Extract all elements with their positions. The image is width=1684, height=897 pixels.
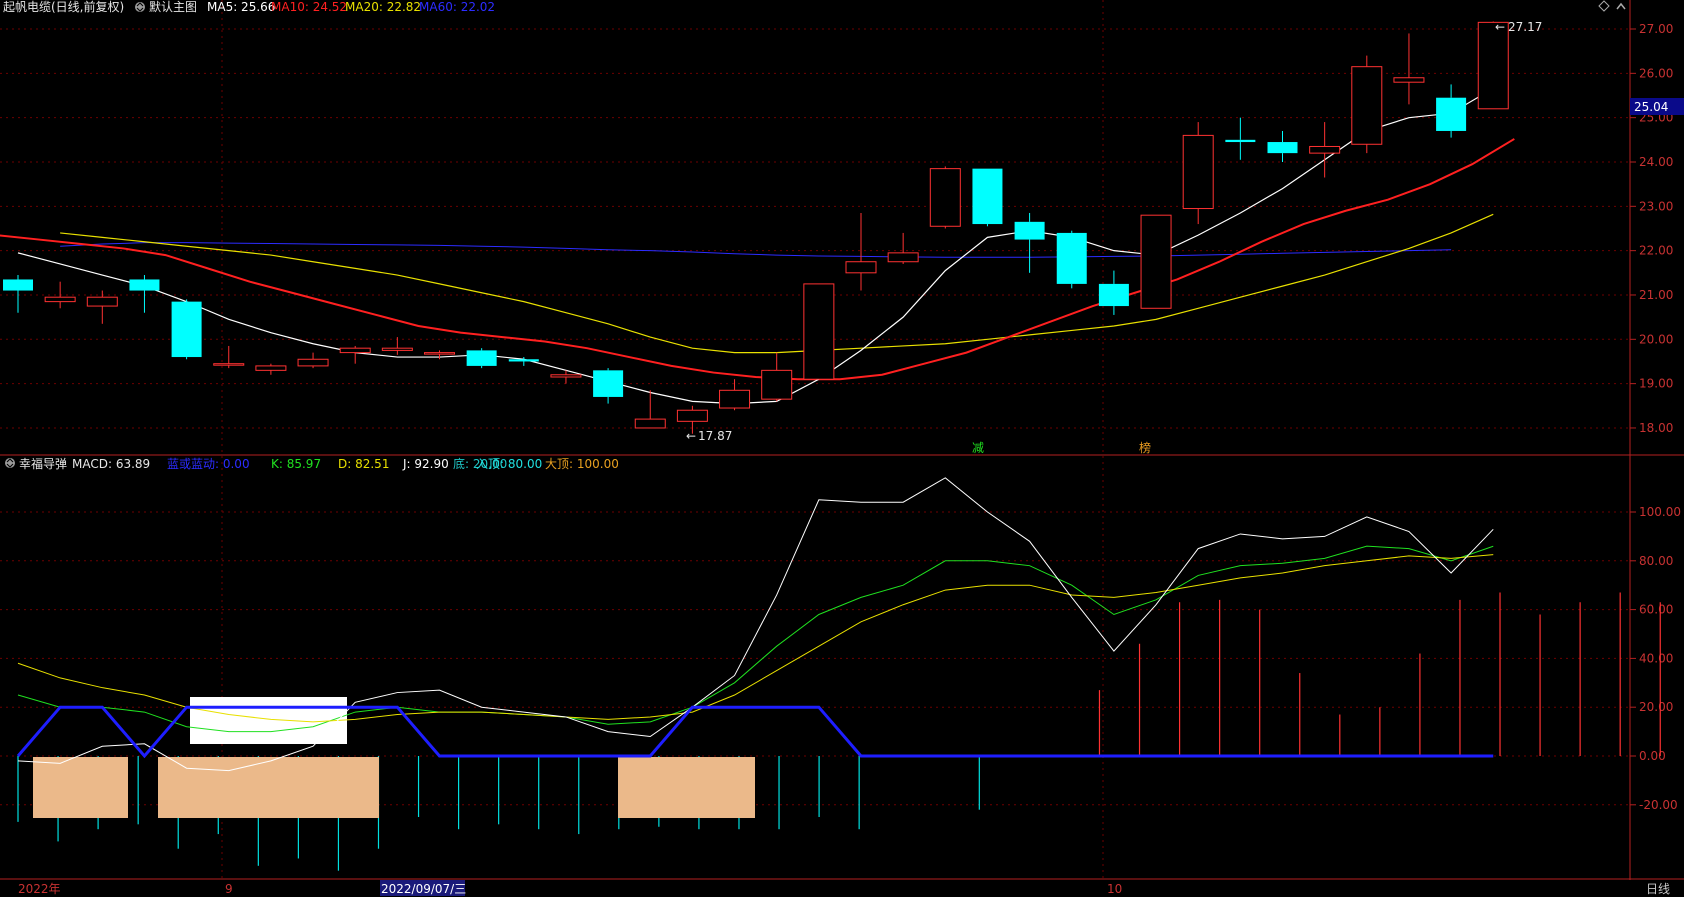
price-tick-label: 23.00	[1639, 199, 1673, 213]
candle-body	[972, 168, 1003, 225]
high-arrow: ←	[1495, 20, 1505, 34]
candle-body	[213, 363, 245, 366]
low-arrow: ←	[686, 429, 696, 443]
candle-body	[1225, 139, 1256, 143]
candle[interactable]	[1351, 55, 1383, 154]
candle-body	[1014, 221, 1045, 240]
candle-body	[424, 352, 455, 355]
candle-body	[508, 359, 539, 362]
candle-body	[719, 389, 751, 409]
candle[interactable]	[1477, 21, 1509, 110]
candle[interactable]	[466, 348, 497, 369]
d-value: D: 82.51	[338, 457, 389, 471]
candle-body	[3, 279, 33, 291]
white-overlay-box	[190, 697, 347, 744]
indicator-chevron-icon[interactable]	[5, 458, 15, 468]
peach-overlay-box-1	[33, 757, 128, 818]
candle-body	[550, 374, 582, 378]
candle-body	[1477, 21, 1509, 110]
candle[interactable]	[929, 166, 961, 229]
candle-body	[803, 283, 835, 380]
candle-body	[1436, 97, 1467, 131]
candle[interactable]	[972, 168, 1003, 227]
time-label-year: 2022年	[18, 882, 61, 896]
enter-top-value: 入顶: 80.00	[476, 457, 542, 471]
main-chart-label[interactable]: 默认主图	[149, 0, 197, 14]
indicator-tick-label: 0.00	[1639, 749, 1666, 763]
candle-body	[845, 261, 877, 274]
candle-body	[634, 418, 666, 429]
indicator-tick-label: 40.00	[1639, 651, 1673, 665]
blue-signal-value: 蓝或蓝动: 0.00	[167, 457, 250, 471]
candle-body	[929, 168, 961, 227]
marker-rank[interactable]: 榜	[1139, 440, 1151, 455]
marker-reduce[interactable]: 减	[972, 441, 984, 455]
price-tick-label: 21.00	[1639, 288, 1673, 302]
candle-body	[1056, 232, 1087, 284]
candle-body	[129, 279, 160, 291]
candle-body	[381, 347, 413, 351]
candle-body	[86, 296, 118, 307]
cursor-date-label: 2022/09/07/三	[381, 882, 466, 896]
peach-overlay-box-2	[158, 757, 379, 818]
chevron-up-down-icon[interactable]	[135, 2, 145, 12]
price-tick-label: 22.00	[1639, 244, 1673, 258]
current-price-label: 25.04	[1634, 100, 1668, 114]
candle-body	[1098, 283, 1129, 307]
price-tick-label: 19.00	[1639, 377, 1673, 391]
candle[interactable]	[1182, 122, 1214, 225]
macd-value: MACD: 63.89	[72, 457, 150, 471]
candle-body	[761, 369, 793, 400]
candle-body	[1140, 214, 1172, 309]
price-tick-label: 20.00	[1639, 332, 1673, 346]
ma60-value: MA60: 22.02	[419, 0, 495, 14]
candle-body	[44, 296, 76, 303]
indicator-tick-label: 60.00	[1639, 603, 1673, 617]
price-tick-label: 18.00	[1639, 421, 1673, 435]
candle-body	[1182, 134, 1214, 210]
indicator-tick-label: -20.00	[1639, 798, 1678, 812]
candle-body	[1309, 145, 1341, 154]
price-tick-label: 26.00	[1639, 66, 1673, 80]
candle-body	[1267, 142, 1298, 154]
candle-body	[1351, 66, 1383, 145]
chart-canvas[interactable]: 27.0026.0025.0024.0023.0022.0021.0020.00…	[0, 0, 1684, 897]
candle-body	[466, 350, 497, 366]
indicator-tick-label: 20.00	[1639, 700, 1673, 714]
price-tick-label: 24.00	[1639, 155, 1673, 169]
period-label[interactable]: 日线	[1646, 882, 1670, 896]
candle-body	[593, 370, 624, 397]
ma20-value: MA20: 22.82	[345, 0, 421, 14]
price-tick-label: 27.00	[1639, 22, 1673, 36]
stock-title[interactable]: 起帆电缆(日线,前复权)	[3, 0, 124, 14]
candle-body	[1393, 77, 1425, 83]
ma10-value: MA10: 24.52	[271, 0, 347, 14]
candle-body	[255, 365, 287, 371]
k-value: K: 85.97	[271, 457, 321, 471]
time-label-sep: 9	[225, 882, 233, 896]
high-price-label: 27.17	[1508, 20, 1542, 34]
candle[interactable]	[1140, 214, 1172, 309]
indicator-tick-label: 100.00	[1639, 505, 1681, 519]
indicator-tick-label: 80.00	[1639, 554, 1673, 568]
candle[interactable]	[803, 283, 835, 380]
candle-body	[339, 347, 371, 354]
j-value: J: 92.90	[402, 457, 449, 471]
candle-body	[676, 409, 708, 422]
candle-body	[297, 358, 329, 367]
candle[interactable]	[171, 299, 202, 360]
indicator-name[interactable]: 幸福导弹	[19, 456, 67, 471]
peach-overlay-box-3	[618, 757, 755, 818]
big-top-value: 大顶: 100.00	[545, 457, 619, 471]
time-label-oct: 10	[1107, 882, 1122, 896]
candle[interactable]	[1056, 230, 1087, 289]
ma5-value: MA5: 25.66	[207, 0, 275, 14]
candle-body	[887, 252, 919, 263]
candle-body	[171, 301, 202, 358]
low-price-label: 17.87	[698, 429, 732, 443]
